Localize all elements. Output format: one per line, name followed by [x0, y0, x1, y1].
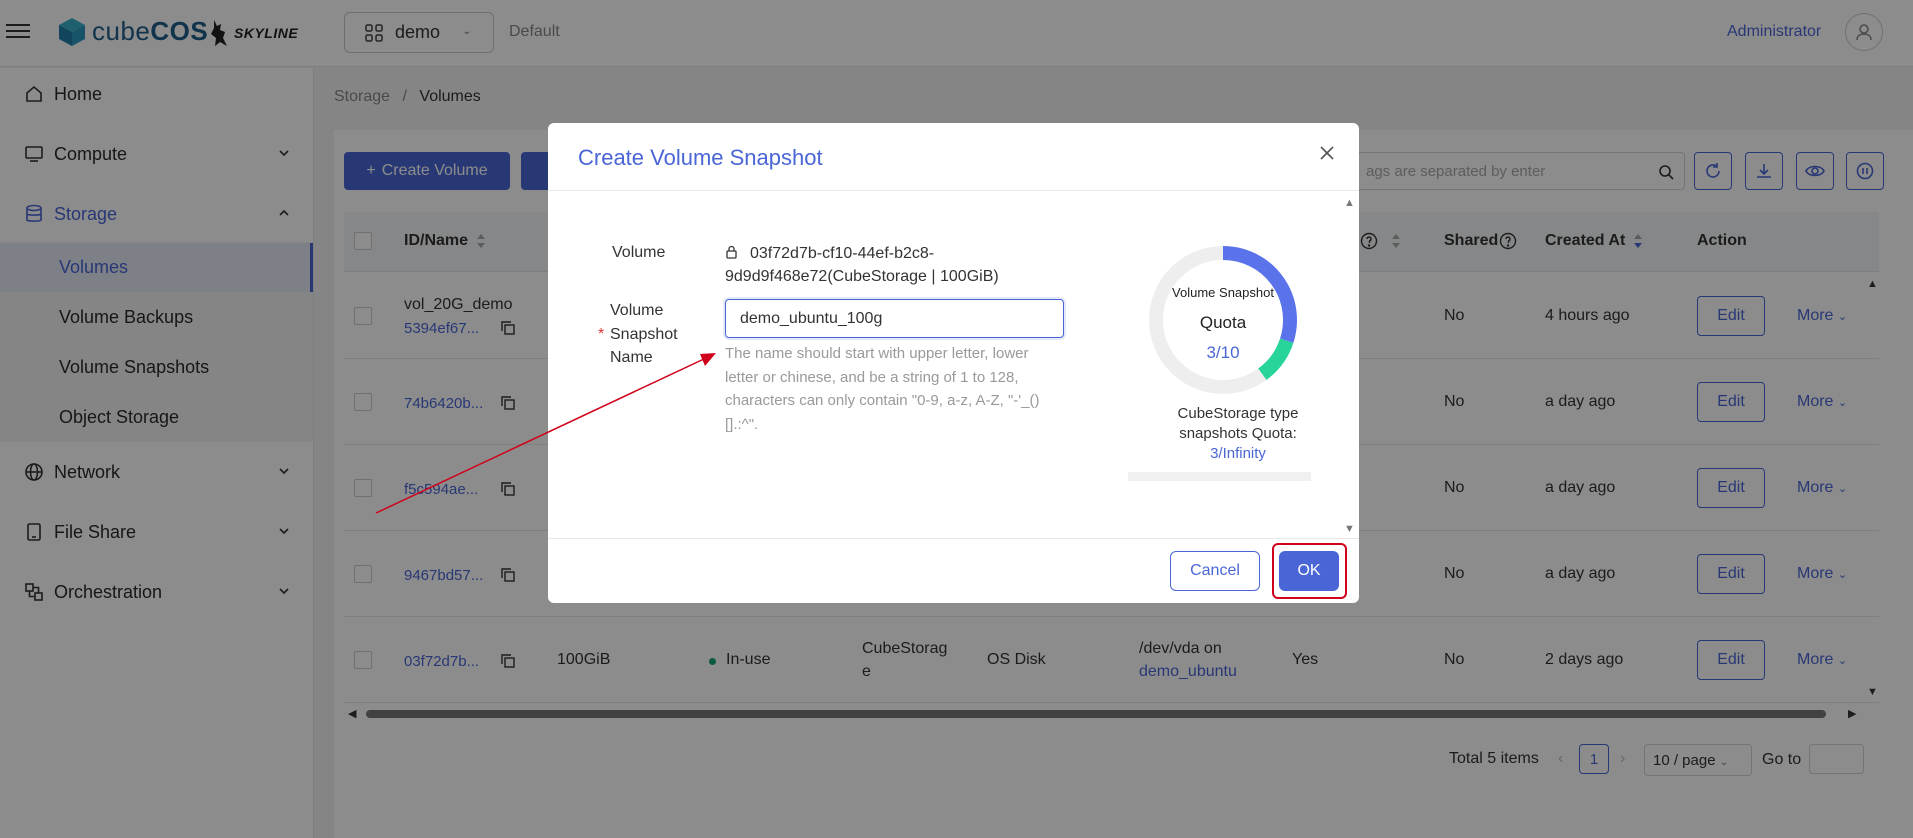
arrow-annotation	[375, 353, 716, 514]
arrow-line	[375, 357, 707, 514]
arrow-head	[700, 353, 716, 366]
